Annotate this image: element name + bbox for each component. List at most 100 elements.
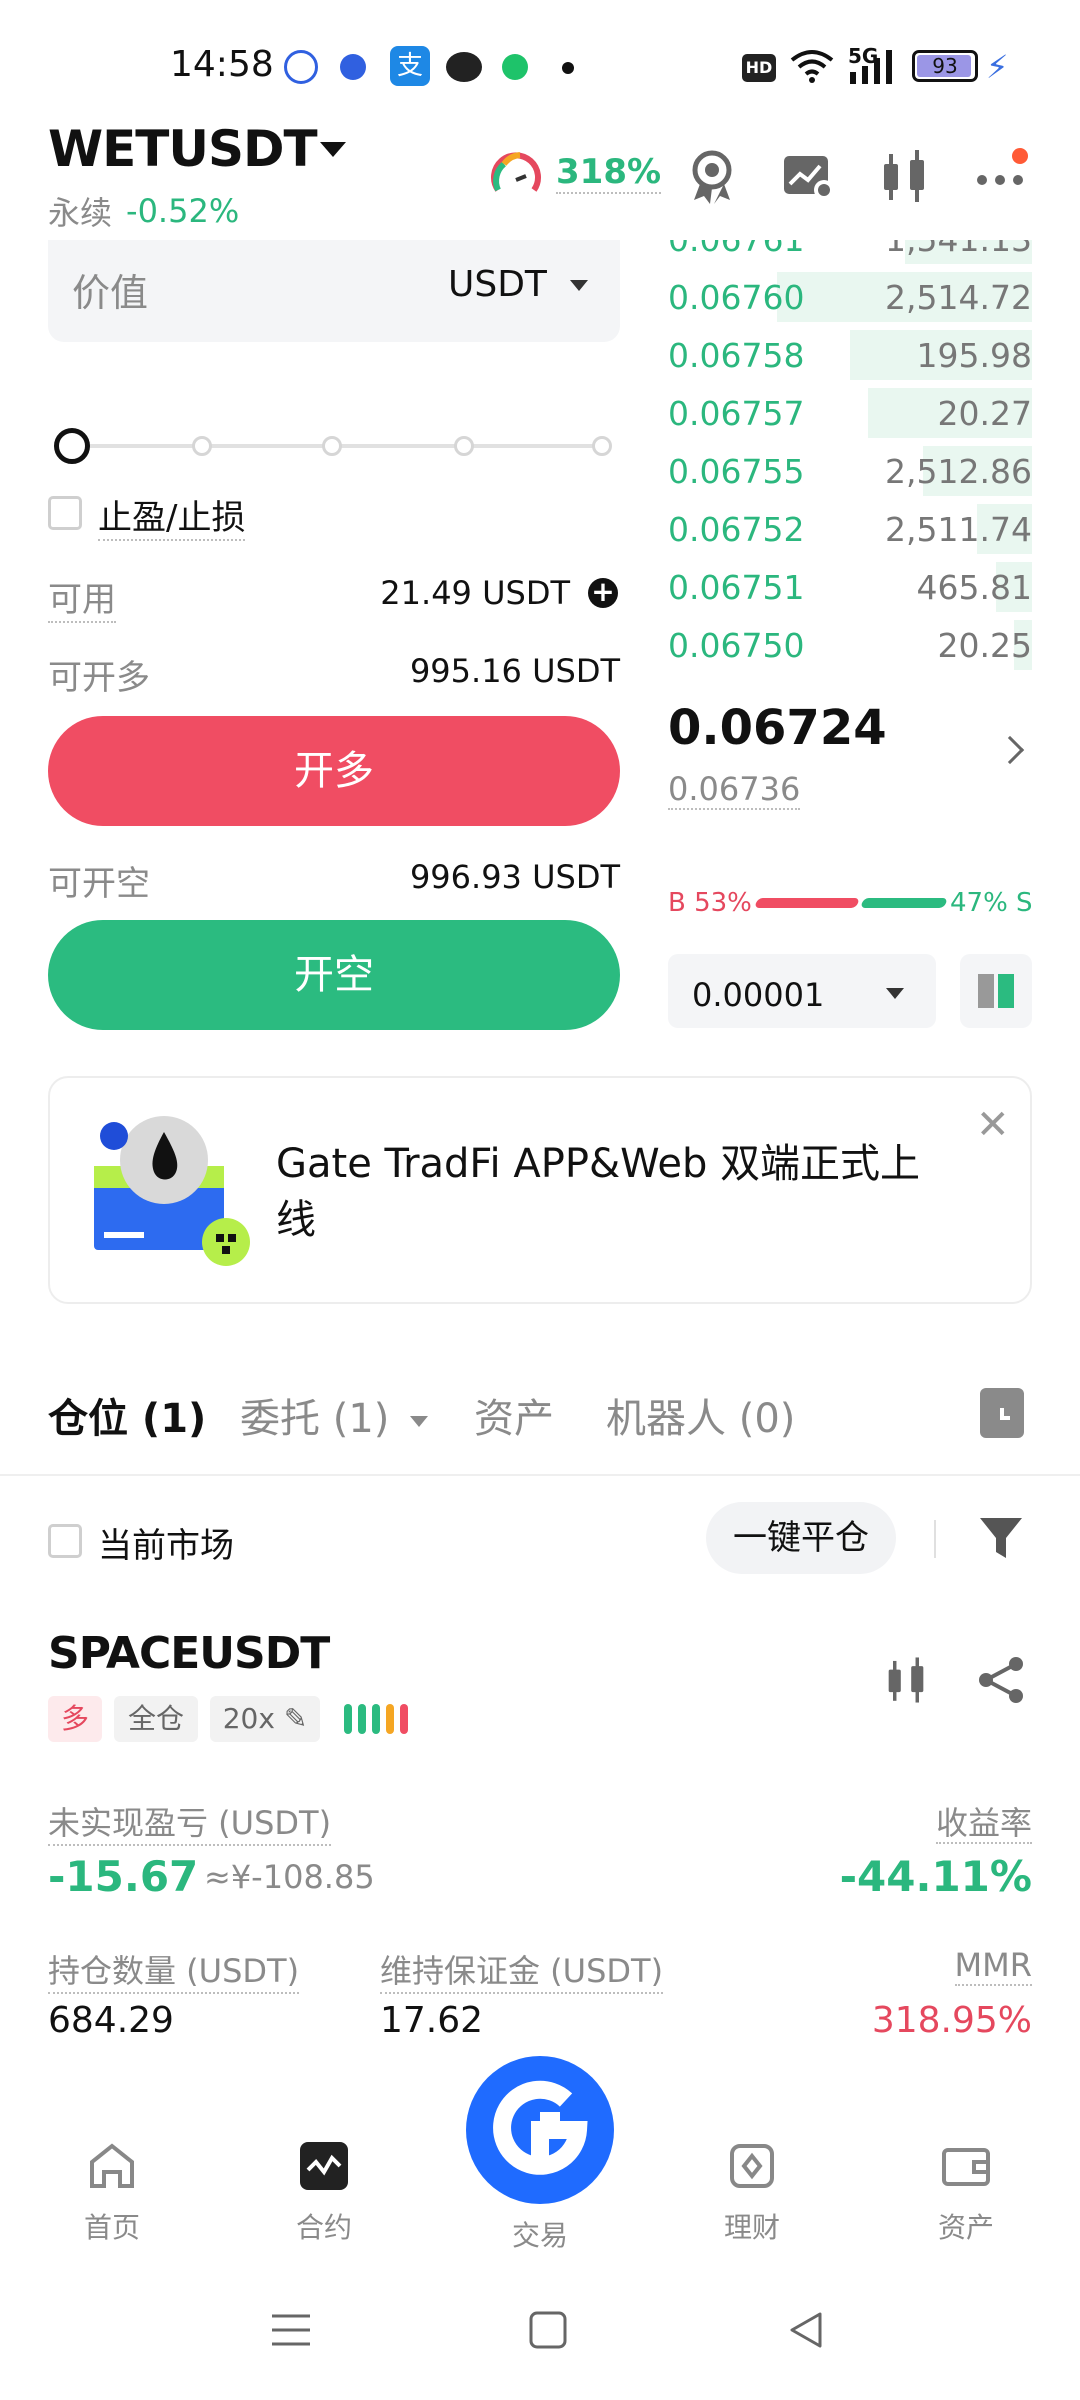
roe-label-text: 收益率 [935,1804,1032,1844]
chart-settings-icon[interactable] [778,146,838,206]
ask-quantity: 195.98 [916,336,1032,375]
nav-earn[interactable]: 理财 [692,2140,812,2246]
orderbook-ask-row[interactable]: 0.06752 2,511.74 [668,500,1032,558]
nav-home-label: 首页 [83,2211,140,2244]
candlestick-icon[interactable] [874,146,934,206]
chevron-down-icon[interactable] [886,988,904,999]
menu-icon[interactable] [270,2310,312,2350]
leverage-value: 20x [222,1702,275,1735]
award-icon[interactable] [682,146,742,206]
slider-step-75[interactable] [454,436,474,456]
charging-icon: ⚡ [986,48,1009,86]
current-market-label[interactable]: 当前市场 [98,1518,234,1567]
mmr-label-text: MMR [954,1946,1032,1986]
history-doc-icon[interactable] [980,1388,1024,1438]
earn-icon [730,2144,774,2188]
nav-trade-label: 交易 [511,2219,568,2252]
home-square-icon[interactable] [528,2310,568,2350]
nav-assets-label: 资产 [937,2211,994,2244]
orderbook-ask-row[interactable]: 0.06751 465.81 [668,558,1032,616]
hd-icon: HD [742,54,776,82]
ask-price: 0.06760 [668,278,805,317]
chat-bubble-icon [502,54,528,80]
slider-step-50[interactable] [322,436,342,456]
ask-price: 0.06758 [668,336,805,375]
mark-price[interactable]: 0.06736 [668,770,801,810]
buy-ratio-bar [754,898,860,908]
orderbook-ask-row[interactable]: 0.06760 2,514.72 [668,268,1032,326]
roe-value: -44.11% [839,1852,1032,1901]
open-short-button[interactable]: 开空 [48,920,620,1030]
nav-futures[interactable]: 合约 [264,2140,384,2246]
upnl-value: -15.67 [48,1852,199,1901]
nav-home[interactable]: 首页 [52,2140,172,2246]
mmr-value: 318.95% [871,2000,1032,2041]
nav-earn-label: 理财 [723,2211,780,2244]
tradfi-promo-icon [94,1116,250,1266]
tab-orders[interactable]: 委托 (1) [240,1386,429,1444]
share-icon[interactable] [976,1654,1028,1706]
ask-quantity: 20.27 [937,394,1032,433]
last-price: 0.06724 [668,700,887,756]
contract-info: 永续 -0.52% [48,188,239,234]
battery-level: 93 [932,54,958,78]
close-icon[interactable]: ✕ [976,1102,1010,1148]
slider-step-25[interactable] [192,436,212,456]
tab-positions[interactable]: 仓位 (1) [48,1386,206,1444]
nav-assets[interactable]: 资产 [906,2140,1026,2246]
gauge-icon[interactable] [490,150,542,202]
gauge-value[interactable]: 318% [556,152,662,194]
value-unit-select[interactable]: USDT [448,264,547,305]
leverage-tag[interactable]: 20x ✎ [210,1696,320,1742]
close-all-button[interactable]: 一键平仓 [706,1502,896,1574]
status-time: 14:58 [170,44,274,85]
orderbook-ask-row[interactable]: 0.06757 20.27 [668,384,1032,442]
orderbook-layout-button[interactable] [960,954,1032,1028]
tpsl-label[interactable]: 止盈/止损 [98,490,246,541]
tpsl-checkbox[interactable] [48,496,82,530]
chevron-right-icon[interactable] [995,735,1025,765]
orderbook-ask-row[interactable]: 0.06750 20.25 [668,616,1032,670]
position-symbol[interactable]: SPACEUSDT [48,1628,330,1679]
back-icon[interactable] [786,2310,826,2350]
pair-dropdown-icon[interactable] [320,142,346,157]
precision-value[interactable]: 0.00001 [692,976,824,1014]
nav-futures-label: 合约 [295,2211,352,2244]
orderbook: 0.06761 1,541.13 0.06760 2,514.72 0.06758 195… [668,240,1032,670]
open-short-label: 可开空 [48,864,150,904]
transfer-plus-icon[interactable]: + [588,578,618,608]
orderbook-layout-icon [978,974,1014,1008]
roe-label[interactable]: 收益率 [800,1798,1032,1844]
amount-slider-handle[interactable] [54,428,90,464]
orderbook-ask-row[interactable]: 0.06761 1,541.13 [668,240,1032,268]
status-bar: 14:58 支 HD 5G 93 ⚡ [0,0,1080,130]
maintenance-margin-label[interactable]: 维持保证金 (USDT) [380,1946,664,1994]
pair-title[interactable]: WETUSDT [48,120,318,178]
baidu-app-icon [284,50,318,84]
banner-text[interactable]: Gate TradFi APP&Web 双端正式上线 [276,1136,956,1248]
tab-assets[interactable]: 资产 [474,1386,554,1444]
mmr-label[interactable]: MMR [840,1946,1032,1986]
maintenance-margin-value: 17.62 [380,2000,484,2041]
ask-price: 0.06761 [668,240,804,259]
orderbook-ask-row[interactable]: 0.06758 195.98 [668,326,1032,384]
futures-icon [300,2142,348,2190]
position-size-label[interactable]: 持仓数量 (USDT) [48,1946,300,1994]
upnl-label[interactable]: 未实现盈亏 (USDT) [48,1798,332,1846]
nav-trade-button[interactable] [466,2056,614,2204]
open-long-value: 995.16 USDT [409,652,620,690]
more-icon[interactable] [972,146,1032,206]
home-icon [90,2143,134,2188]
divider [934,1520,936,1558]
tab-bots[interactable]: 机器人 (0) [606,1386,795,1444]
open-long-label: 可开多 [48,658,150,698]
open-long-button[interactable]: 开多 [48,716,620,826]
ask-price: 0.06752 [668,510,805,549]
chevron-down-icon[interactable] [570,280,588,291]
filter-icon[interactable] [976,1512,1026,1562]
baidu-paw-icon [340,54,366,80]
candlestick-icon[interactable] [880,1654,932,1706]
slider-step-100[interactable] [592,436,612,456]
current-market-checkbox[interactable] [48,1524,82,1558]
orderbook-ask-row[interactable]: 0.06755 2,512.86 [668,442,1032,500]
